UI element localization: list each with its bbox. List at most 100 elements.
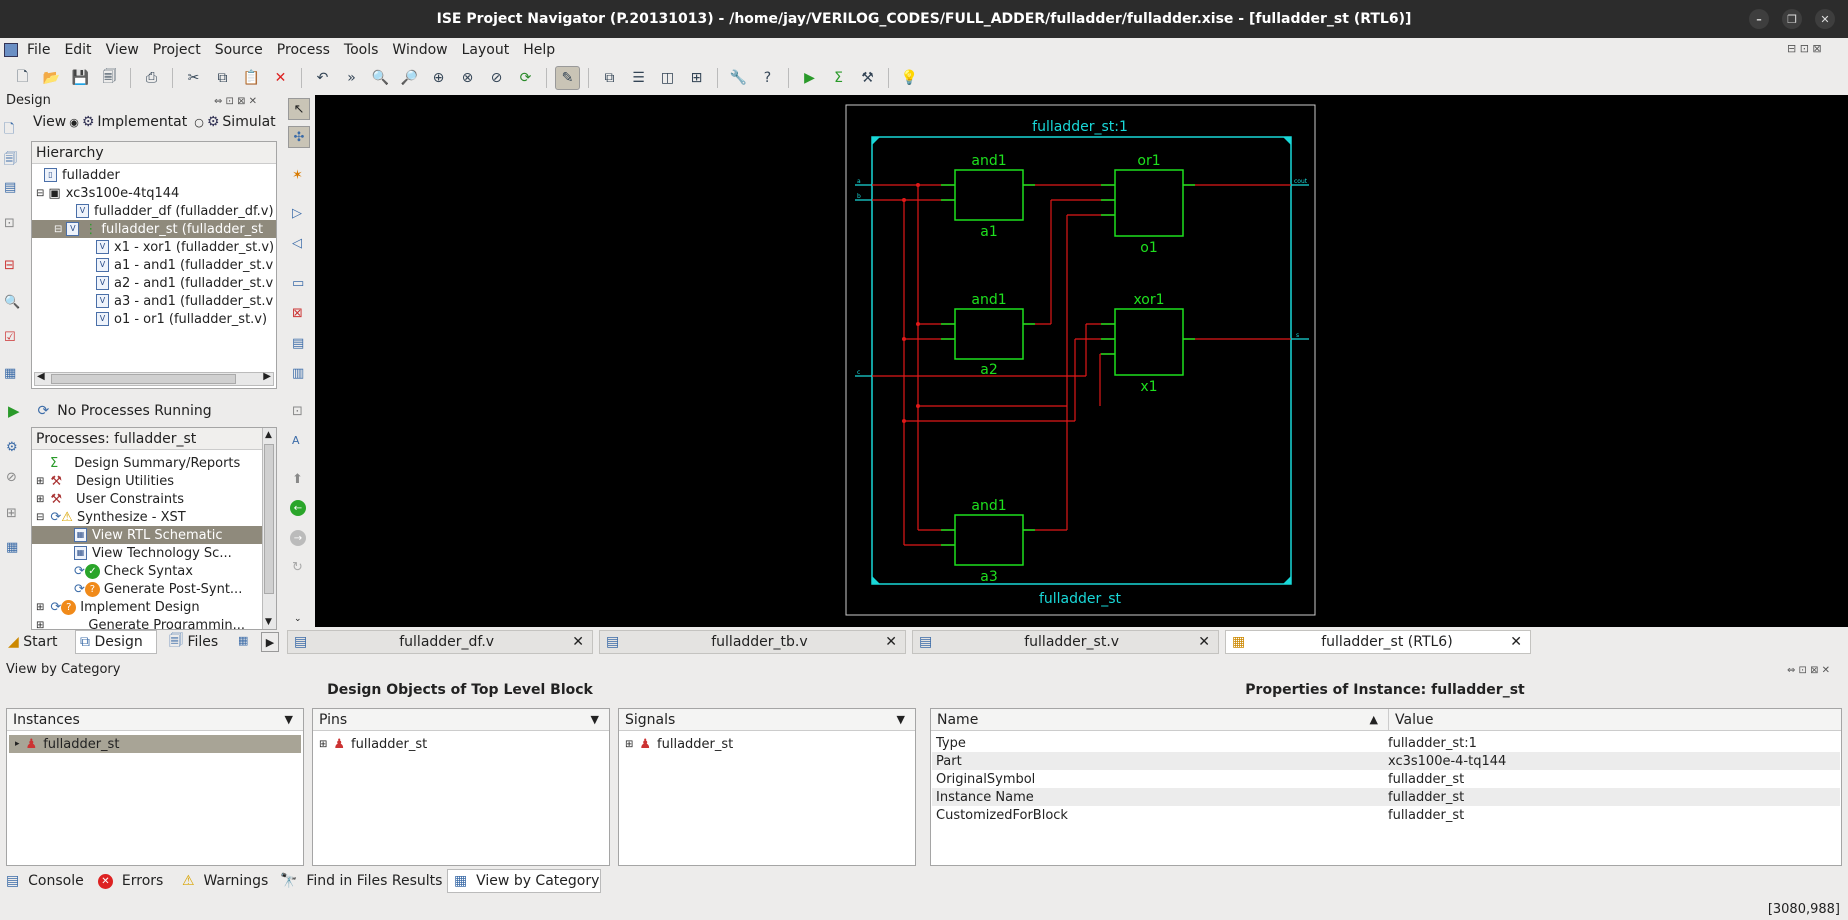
dropdown-chevron-icon[interactable]: ▼ [285, 713, 293, 726]
tip-bulb-icon[interactable]: 💡 [897, 66, 922, 90]
tab-console[interactable]: ▤ Console [6, 869, 92, 893]
property-row[interactable]: Type fulladder_st:1 [932, 734, 1840, 752]
route-icon[interactable]: ✣ [288, 126, 310, 148]
constraints-icon[interactable]: ☑ [4, 330, 16, 345]
forward-icon[interactable]: → [290, 530, 306, 546]
remove-io-icon[interactable]: ⊠ [292, 306, 303, 321]
hierarchy-hscrollbar[interactable]: ◀ ▶ [34, 371, 274, 386]
tree-item-a1[interactable]: Va1 - and1 (fulladder_st.v [96, 256, 273, 274]
close-tab-icon[interactable]: ✕ [1198, 634, 1210, 650]
expand-icon[interactable]: ⊞ [319, 739, 327, 750]
scroll-down-icon[interactable]: ▼ [265, 617, 272, 627]
tile-horizontal-icon[interactable]: ☰ [626, 66, 651, 90]
process-generate-programming[interactable]: ⊞ Generate Programmin... [36, 616, 245, 630]
mdi-window-controls[interactable]: ⊟ ⊡ ⊠ [1787, 42, 1822, 55]
tab-errors[interactable]: ✕ Errors [98, 869, 176, 893]
gate-o1[interactable] [1101, 169, 1195, 237]
menu-help[interactable]: Help [516, 42, 562, 58]
highlight-tool-icon[interactable]: ✎ [555, 66, 580, 90]
close-tab-icon[interactable]: ✕ [1510, 634, 1522, 650]
signals-header[interactable]: Signals ▼ [619, 709, 915, 731]
tab-start[interactable]: ◢ Start [2, 630, 74, 654]
show-instances-icon[interactable]: ▥ [292, 366, 304, 381]
tab-warnings[interactable]: ⚠ Warnings [182, 869, 274, 893]
process-implement[interactable]: ⊞ ⟳? Implement Design [36, 598, 200, 616]
remove-icon[interactable]: ⊟ [4, 258, 15, 273]
analyzer-icon[interactable]: ⚒ [855, 66, 880, 90]
menu-process[interactable]: Process [270, 42, 337, 58]
tree-item-o1[interactable]: Vo1 - or1 (fulladder_st.v) [96, 310, 267, 328]
tree-item-x1[interactable]: Vx1 - xor1 (fulladder_st.v) [96, 238, 274, 256]
hierarchy-icon[interactable]: ⊡ [4, 216, 15, 231]
process-view-technology[interactable]: ▦ View Technology Sc... [74, 544, 232, 562]
tile-vertical-icon[interactable]: ◫ [655, 66, 680, 90]
back-icon[interactable]: ← [290, 500, 306, 516]
instance-item[interactable]: ▸ ♟ fulladder_st [9, 735, 301, 753]
sim-label[interactable]: Simulat [222, 114, 275, 130]
save-icon[interactable]: 💾 [68, 66, 93, 90]
scroll-right-icon[interactable]: ▶ [263, 371, 271, 382]
expand-icon-tool[interactable]: ⊡ [292, 404, 303, 419]
signals-list[interactable]: Signals ▼ ⊞ ♟ fulladder_st [618, 708, 916, 866]
dropdown-chevron-icon[interactable]: ▼ [591, 713, 599, 726]
add-io-icon[interactable]: ▭ [292, 276, 304, 291]
zoom-full-icon[interactable]: ⊕ [426, 66, 451, 90]
help-icon[interactable]: ? [755, 66, 780, 90]
zoom-in-icon[interactable]: 🔍 [368, 66, 393, 90]
doc-tab-fulladder-st[interactable]: ▤ fulladder_st.v ✕ [912, 630, 1219, 654]
undo-icon[interactable]: ↶ [310, 66, 335, 90]
property-row[interactable]: OriginalSymbol fulladder_st [932, 770, 1840, 788]
expand-icon[interactable]: ⊞ [36, 494, 44, 505]
menu-view[interactable]: View [99, 42, 146, 58]
history-icon[interactable]: ↻ [292, 560, 303, 575]
process-user-constraints[interactable]: ⊞ ⚒ User Constraints [36, 490, 184, 508]
paste-icon[interactable]: 📋 [239, 66, 264, 90]
new-file-icon[interactable]: 🗋 [10, 66, 35, 90]
pin-item[interactable]: ⊞ ♟ fulladder_st [319, 735, 427, 753]
zoom-out-icon[interactable]: 🔎 [397, 66, 422, 90]
menu-file[interactable]: File [20, 42, 57, 58]
collapse-icon[interactable]: ⊟ [36, 512, 44, 523]
text-tool-icon[interactable]: A [292, 434, 300, 447]
gate-a2[interactable] [941, 308, 1035, 360]
cut-icon[interactable]: ✂ [181, 66, 206, 90]
select-arrow-icon[interactable]: ↖ [288, 98, 310, 120]
gate-x1[interactable] [1101, 308, 1195, 376]
restore-layout-icon[interactable]: ⊞ [684, 66, 709, 90]
expand-arrow-icon[interactable]: ▸ [15, 739, 20, 749]
prop-value-header[interactable]: Value [1389, 709, 1841, 731]
expand-icon[interactable]: ⊞ [625, 739, 633, 750]
add-symbol-icon[interactable]: ✶ [292, 168, 303, 183]
scroll-thumb[interactable] [51, 374, 236, 384]
impl-label[interactable]: Implementat [97, 114, 187, 130]
pins-header[interactable]: Pins ▼ [313, 709, 609, 731]
property-row[interactable]: Instance Name fulladder_st [932, 788, 1840, 806]
run-process-icon[interactable]: ▶ [8, 402, 20, 420]
sort-ascending-icon[interactable]: ▲ [1370, 713, 1378, 726]
tab-design[interactable]: ⧉ Design [75, 630, 157, 654]
tree-item-fulladder-df[interactable]: Vfulladder_df (fulladder_df.v) [76, 202, 274, 220]
property-row[interactable]: Part xc3s100e-4-tq144 [932, 752, 1840, 770]
print-icon[interactable]: ⎙ [139, 66, 164, 90]
process-props-icon[interactable]: ⚙ [6, 440, 18, 455]
refresh-icon[interactable]: ⟳ [513, 66, 538, 90]
close-tab-icon[interactable]: ✕ [572, 634, 584, 650]
process-check-syntax[interactable]: ⟳ ✓ Check Syntax [74, 562, 193, 580]
open-icon[interactable]: 📂 [39, 66, 64, 90]
sim-radio[interactable]: ○ [194, 116, 204, 129]
tree-item-device[interactable]: ⊟ ▣ xc3s100e-4tq144 [36, 184, 179, 202]
add-copy-icon[interactable]: 🗐 [4, 150, 17, 172]
libraries-tab-icon[interactable]: ▦ [238, 634, 248, 647]
add-source-icon[interactable]: 🗋 [4, 120, 14, 142]
processes-vscrollbar[interactable]: ▲ ▼ [262, 428, 276, 629]
pop-up-icon[interactable]: ◁ [292, 236, 302, 251]
zoom-selection-icon[interactable]: ⊗ [455, 66, 480, 90]
scroll-up-icon[interactable]: ▲ [265, 430, 272, 440]
process-synthesize[interactable]: ⊟ ⟳ ⚠ Synthesize - XST [36, 508, 186, 526]
instances-header[interactable]: Instances ▼ [7, 709, 303, 731]
close-window-button[interactable]: ✕ [1815, 9, 1835, 29]
tree-item-fulladder-st[interactable]: ⊟ V ⋮ fulladder_st (fulladder_st [32, 220, 276, 238]
pins-list[interactable]: Pins ▼ ⊞ ♟ fulladder_st [312, 708, 610, 866]
rtl-schematic-canvas[interactable]: a b c cout s and1 a1 or1 o1 and1 a2 xor1… [315, 95, 1848, 627]
property-row[interactable]: CustomizedForBlock fulladder_st [932, 806, 1840, 824]
